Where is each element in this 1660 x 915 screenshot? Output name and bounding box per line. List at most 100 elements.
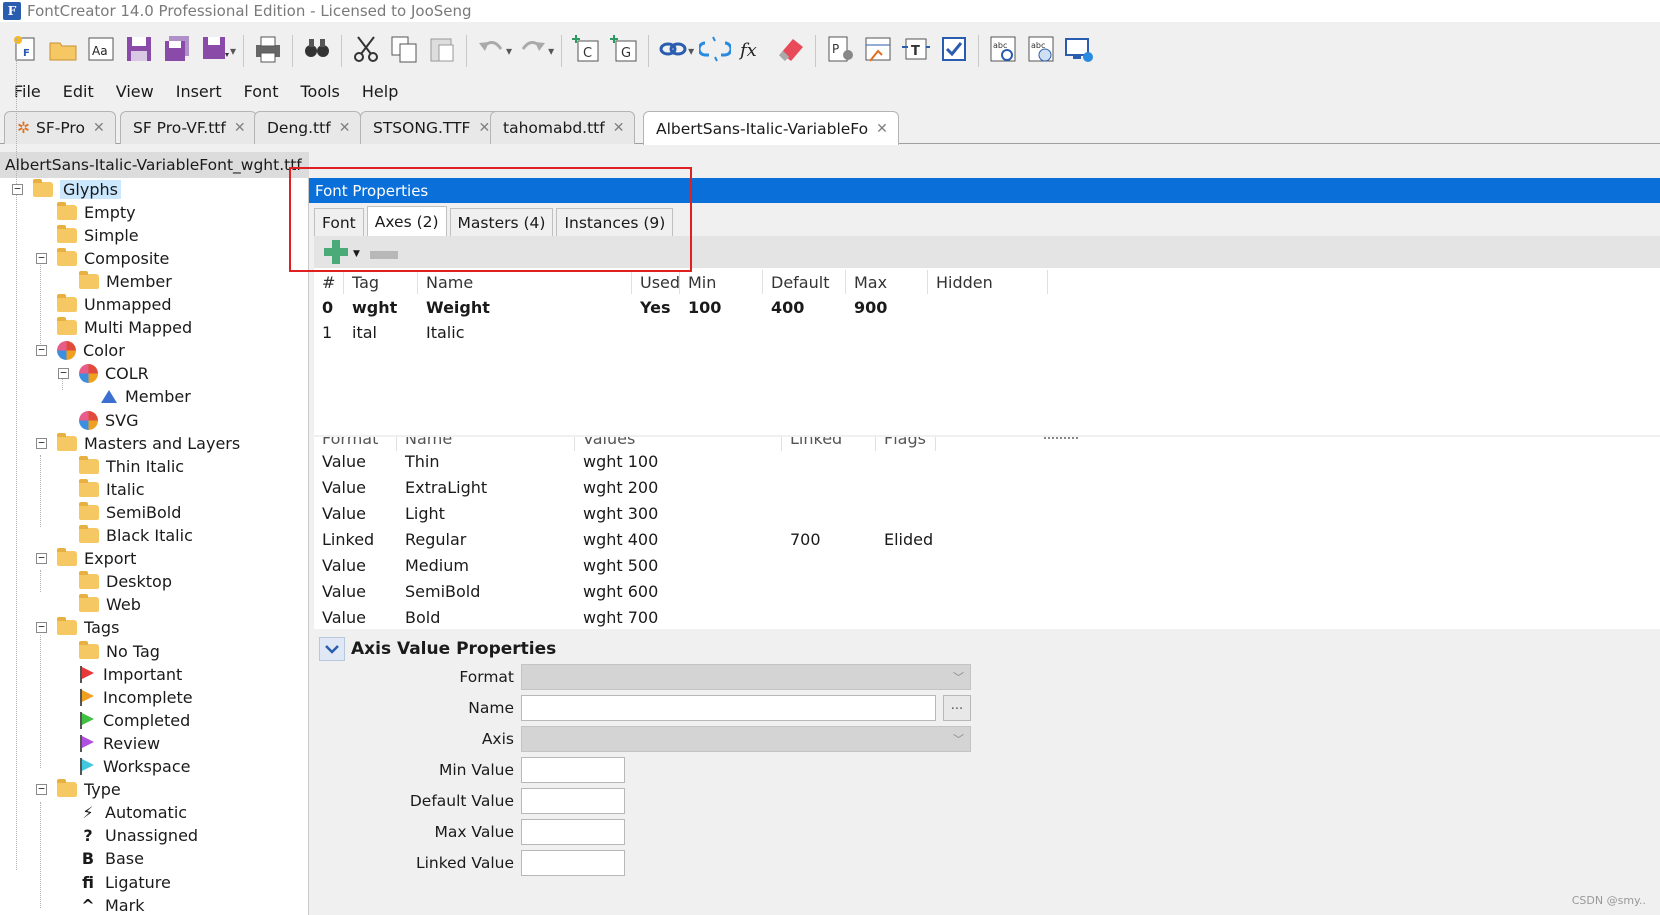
collapse-toggle-icon[interactable]: − — [36, 621, 47, 634]
tree-item[interactable]: − Type — [36, 779, 121, 801]
tree-item[interactable]: − Masters and Layers — [36, 432, 240, 454]
spell-check-button[interactable]: abc — [984, 31, 1022, 71]
menu-help[interactable]: Help — [362, 82, 398, 101]
close-icon[interactable]: ✕ — [339, 120, 351, 136]
document-tab[interactable]: AlbertSans-Italic-VariableFo ✕ — [643, 111, 899, 145]
tree-item[interactable]: − Composite — [36, 247, 169, 269]
name-input[interactable] — [521, 695, 936, 721]
formula-button[interactable]: fx — [734, 31, 772, 71]
collapse-toggle-icon[interactable]: − — [58, 367, 69, 380]
menu-view[interactable]: View — [116, 82, 154, 101]
close-icon[interactable]: ✕ — [234, 120, 246, 136]
add-character-button[interactable]: C — [567, 31, 605, 71]
column-header[interactable]: # — [314, 270, 344, 294]
column-header[interactable]: Used — [632, 270, 680, 294]
column-header[interactable]: Default — [763, 270, 846, 294]
tree-item[interactable]: ^ Mark — [58, 894, 144, 915]
close-icon[interactable]: ✕ — [613, 120, 625, 136]
tree-item[interactable]: Review — [58, 732, 160, 754]
table-row[interactable]: Value Medium wght 500 — [314, 552, 1660, 578]
table-row[interactable]: 0 wght Weight Yes 100 400 900 — [314, 295, 1660, 319]
add-glyph-button[interactable]: G — [605, 31, 643, 71]
menu-font[interactable]: Font — [244, 82, 279, 101]
open-button[interactable] — [44, 31, 82, 71]
undo-button[interactable] — [472, 31, 510, 71]
add-dropdown-icon[interactable]: ▼ — [353, 249, 360, 259]
tree-item[interactable]: fi Ligature — [58, 871, 171, 893]
tree-item[interactable]: Multi Mapped — [36, 317, 192, 339]
tree-item[interactable]: − Tags — [36, 617, 119, 639]
column-header[interactable]: Name — [418, 270, 632, 294]
font-preview-button[interactable]: Aa — [82, 31, 120, 71]
tab-instances[interactable]: Instances (9) — [556, 208, 674, 236]
axis-combobox[interactable]: ﹀ — [521, 726, 971, 752]
column-header[interactable]: Min — [680, 270, 763, 294]
table-row[interactable]: Value SemiBold wght 600 — [314, 578, 1660, 604]
collapse-chevron-icon[interactable] — [319, 637, 345, 661]
collapse-toggle-icon[interactable]: − — [36, 252, 47, 264]
new-font-button[interactable]: F — [6, 31, 44, 71]
collapse-toggle-icon[interactable]: − — [36, 552, 47, 565]
redo-button[interactable] — [514, 31, 552, 71]
axis-value-properties-header[interactable]: Axis Value Properties — [319, 636, 556, 662]
menu-tools[interactable]: Tools — [300, 82, 339, 101]
dropdown-arrow-icon[interactable]: ▾ — [230, 44, 236, 58]
linked-value-input[interactable] — [521, 850, 625, 876]
column-header[interactable]: Max — [846, 270, 928, 294]
column-header[interactable]: Hidden — [928, 270, 1048, 294]
save-as-button[interactable] — [196, 31, 234, 71]
tree-item[interactable]: Thin Italic — [58, 455, 184, 477]
document-tab[interactable]: Deng.ttf ✕ — [254, 111, 362, 144]
tab-font[interactable]: Font — [314, 208, 364, 236]
tree-item[interactable]: ⚡ Automatic — [58, 802, 187, 824]
min-value-input[interactable] — [521, 757, 625, 783]
tree-item[interactable]: Empty — [36, 201, 136, 223]
document-tab[interactable]: STSONG.TTF ✕ — [360, 111, 502, 144]
tree-item[interactable]: − Color — [36, 340, 125, 362]
document-tab[interactable]: ✲ SF-Pro ✕ — [4, 111, 116, 144]
tree-item[interactable]: Member — [80, 386, 191, 408]
tree-item[interactable]: B Base — [58, 848, 144, 870]
menu-edit[interactable]: Edit — [63, 82, 94, 101]
document-tab[interactable]: tahomabd.ttf ✕ — [490, 111, 636, 144]
menu-file[interactable]: File — [14, 82, 41, 101]
collapse-toggle-icon[interactable]: − — [36, 344, 47, 357]
close-icon[interactable]: ✕ — [478, 120, 490, 136]
max-value-input[interactable] — [521, 819, 625, 845]
eraser-button[interactable] — [772, 31, 810, 71]
close-icon[interactable]: ✕ — [93, 120, 105, 136]
tree-item[interactable]: − Export — [36, 548, 136, 570]
web-spell-button[interactable]: abc — [1022, 31, 1060, 71]
metrics-button[interactable] — [859, 31, 897, 71]
find-button[interactable] — [298, 31, 336, 71]
tree-item[interactable]: SVG — [58, 409, 139, 431]
tab-axes[interactable]: Axes (2) — [366, 206, 447, 236]
dropdown-arrow-icon[interactable]: ▾ — [688, 44, 694, 58]
tree-item[interactable]: No Tag — [58, 640, 160, 662]
add-axis-icon[interactable] — [322, 238, 350, 266]
collapse-toggle-icon[interactable]: − — [36, 437, 47, 449]
tree-item[interactable]: Web — [58, 594, 141, 616]
tree-item[interactable]: − COLR — [58, 363, 149, 385]
tree-item[interactable]: Member — [58, 270, 172, 292]
link-button[interactable] — [654, 31, 692, 71]
table-row[interactable]: Linked Regular wght 400 700 Elided — [314, 526, 1660, 552]
tree-item[interactable]: Important — [58, 663, 182, 685]
table-row[interactable]: 1 ital Italic — [314, 320, 1660, 344]
menu-insert[interactable]: Insert — [176, 82, 222, 101]
name-browse-button[interactable]: ... — [943, 695, 971, 721]
tree-item[interactable]: Incomplete — [58, 686, 193, 708]
tree-item[interactable]: Black Italic — [58, 525, 193, 547]
transform-button[interactable]: T — [897, 31, 935, 71]
remove-axis-icon[interactable] — [369, 251, 398, 259]
table-row[interactable]: Value ExtraLight wght 200 — [314, 474, 1660, 500]
save-button[interactable] — [120, 31, 158, 71]
close-icon[interactable]: ✕ — [876, 121, 888, 137]
tree-item[interactable]: Workspace — [58, 756, 190, 778]
table-row[interactable]: Value Light wght 300 — [314, 500, 1660, 526]
document-tab[interactable]: SF Pro-VF.ttf ✕ — [120, 111, 257, 144]
dropdown-arrow-icon[interactable]: ▾ — [506, 44, 512, 58]
unlink-button[interactable] — [696, 31, 734, 71]
tree-item[interactable]: Unmapped — [36, 294, 172, 316]
tab-masters[interactable]: Masters (4) — [449, 208, 554, 236]
